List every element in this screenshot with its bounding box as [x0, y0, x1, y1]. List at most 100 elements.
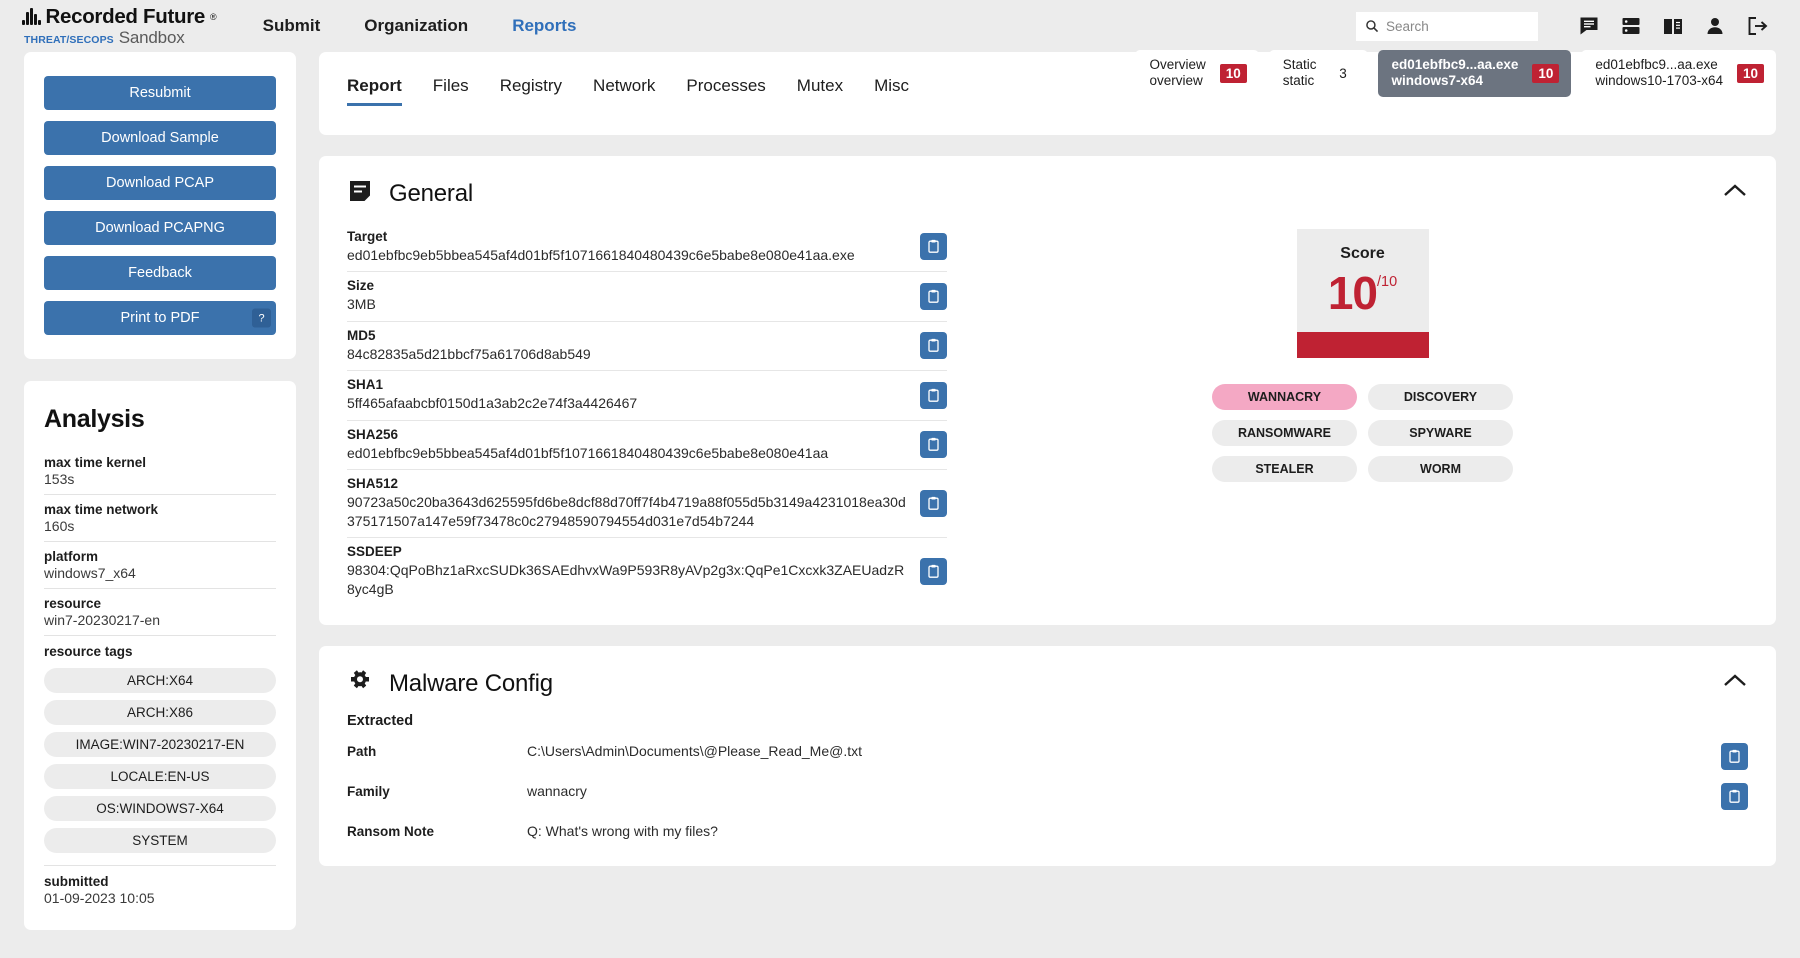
meta-value: win7-20230217-en: [44, 612, 160, 628]
logout-icon[interactable]: [1736, 15, 1778, 37]
resource-tags-list: ARCH:X64 ARCH:X86 IMAGE:WIN7-20230217-EN…: [44, 668, 276, 853]
analysis-tab-windows10-subtitle: windows10-1703-x64: [1595, 73, 1723, 89]
server-icon[interactable]: [1610, 15, 1652, 37]
meta-row-max-time-network: max time network 160s: [44, 495, 276, 542]
classification-tag-wannacry[interactable]: WANNACRY: [1212, 383, 1357, 410]
recorded-future-mark-icon: [22, 8, 41, 25]
field-key: SHA256: [347, 426, 399, 442]
sidebar-actions-card: Resubmit Download Sample Download PCAP D…: [24, 52, 296, 359]
clipboard-icon[interactable]: [920, 557, 947, 585]
resource-tag-locale[interactable]: LOCALE:EN-US: [44, 764, 276, 789]
general-section: General Target ed01ebfbc9eb5bbea545af4d0…: [319, 156, 1776, 626]
sidebar: Resubmit Download Sample Download PCAP D…: [24, 52, 296, 958]
clipboard-icon[interactable]: [1721, 743, 1748, 771]
analysis-tab-static[interactable]: Static static 3: [1268, 50, 1368, 97]
malware-config-title: Malware Config: [389, 669, 553, 697]
search-input[interactable]: [1385, 18, 1529, 34]
malware-config-header: Malware Config: [347, 668, 1748, 699]
score-label: Score: [1340, 245, 1385, 262]
tab-mutex[interactable]: Mutex: [797, 76, 843, 106]
general-fields: Target ed01ebfbc9eb5bbea545af4d01bf5f107…: [347, 223, 947, 605]
header-actions: [1356, 11, 1778, 41]
download-pcap-button[interactable]: Download PCAP: [44, 166, 276, 200]
malware-config-row-family: Family wannacry: [347, 777, 1748, 817]
extracted-label: Extracted: [347, 713, 414, 730]
meta-key: max time kernel: [44, 455, 147, 470]
resource-tag-image[interactable]: IMAGE:WIN7-20230217-EN: [44, 732, 276, 757]
analysis-tab-overview[interactable]: Overview overview 10: [1135, 50, 1259, 97]
classification-tag-spyware[interactable]: SPYWARE: [1368, 419, 1513, 446]
field-row-sha256: SHA256 ed01ebfbc9eb5bbea545af4d01bf5f107…: [347, 421, 947, 471]
config-value: C:\Users\Admin\Documents\@Please_Read_Me…: [527, 743, 862, 760]
clipboard-icon[interactable]: [920, 282, 947, 310]
general-body: Target ed01ebfbc9eb5bbea545af4d01bf5f107…: [347, 223, 1748, 605]
resource-tag-arch-x86[interactable]: ARCH:X86: [44, 700, 276, 725]
tab-report[interactable]: Report: [347, 76, 402, 106]
chevron-up-icon[interactable]: [1722, 672, 1748, 695]
tab-files[interactable]: Files: [433, 76, 469, 106]
clipboard-icon[interactable]: [1721, 783, 1748, 811]
resubmit-button[interactable]: Resubmit: [44, 76, 276, 110]
user-icon[interactable]: [1694, 15, 1736, 37]
field-sha512: SHA512 90723a50c20ba3643d625595fd6be8dcf…: [347, 476, 910, 530]
submitted-label: submitted: [44, 874, 109, 889]
analysis-tab-overview-subtitle: overview: [1149, 73, 1203, 89]
download-sample-button[interactable]: Download Sample: [44, 121, 276, 155]
chevron-up-icon[interactable]: [1722, 182, 1748, 205]
classification-tag-discovery[interactable]: DISCOVERY: [1368, 383, 1513, 410]
resource-tags-block: resource tags ARCH:X64 ARCH:X86 IMAGE:WI…: [44, 636, 276, 853]
clipboard-icon[interactable]: [920, 431, 947, 459]
resource-tag-arch-x64[interactable]: ARCH:X64: [44, 668, 276, 693]
classification-tag-ransomware[interactable]: RANSOMWARE: [1212, 419, 1357, 446]
config-key: Ransom Note: [347, 824, 435, 840]
analysis-tab-windows7-text: ed01ebfbc9...aa.exe windows7-x64: [1392, 57, 1519, 90]
nav-item-submit[interactable]: Submit: [263, 16, 321, 36]
submitted-value: 01-09-2023 10:05: [44, 890, 155, 906]
tab-network[interactable]: Network: [593, 76, 655, 106]
config-value: Q: What's wrong with my files?: [527, 823, 718, 840]
resource-tag-system[interactable]: SYSTEM: [44, 828, 276, 853]
tab-processes[interactable]: Processes: [686, 76, 765, 106]
clipboard-icon[interactable]: [920, 233, 947, 261]
tab-registry[interactable]: Registry: [500, 76, 562, 106]
resource-tag-os[interactable]: OS:WINDOWS7-X64: [44, 796, 276, 821]
clipboard-icon[interactable]: [920, 381, 947, 409]
gear-icon: [347, 668, 373, 699]
field-value: 98304:QqPoBhz1aRxcSUDk36SAEdhvxWa9P593R8…: [347, 562, 905, 597]
score-panel: Score 10 /10 WANNACRY DISCOVERY RANSOMWA…: [977, 223, 1748, 605]
brand-subline: THREAT/SECOPS Sandbox: [24, 28, 217, 48]
analysis-tab-windows10-badge: 10: [1736, 63, 1764, 83]
field-row-ssdeep: SSDEEP 98304:QqPoBhz1aRxcSUDk36SAEdhvxWa…: [347, 538, 947, 605]
download-pcapng-button[interactable]: Download PCAPNG: [44, 211, 276, 245]
analysis-tab-static-title: Static: [1282, 57, 1317, 72]
tab-misc[interactable]: Misc: [874, 76, 909, 106]
feedback-button[interactable]: Feedback: [44, 256, 276, 290]
analysis-tab-windows7-subtitle: windows7-x64: [1391, 73, 1484, 89]
classification-tag-worm[interactable]: WORM: [1368, 455, 1513, 482]
analysis-tab-overview-title: Overview: [1149, 57, 1206, 72]
chat-icon[interactable]: [1568, 15, 1610, 37]
clipboard-icon[interactable]: [920, 332, 947, 360]
meta-key: max time network: [44, 502, 159, 517]
book-icon[interactable]: [1652, 15, 1694, 37]
help-icon[interactable]: ?: [252, 308, 271, 328]
field-key: Target: [347, 229, 388, 244]
analysis-tab-static-badge: 3: [1339, 65, 1347, 81]
field-row-md5: MD5 84c82835a5d21bbcf75a61706d8ab549: [347, 322, 947, 372]
clipboard-icon[interactable]: [920, 489, 947, 517]
analysis-tab-windows10[interactable]: ed01ebfbc9...aa.exe windows10-1703-x64 1…: [1581, 50, 1776, 97]
search-box[interactable]: [1356, 11, 1538, 41]
field-value: 84c82835a5d21bbcf75a61706d8ab549: [347, 345, 591, 362]
nav-item-organization[interactable]: Organization: [364, 16, 468, 36]
classification-tag-stealer[interactable]: STEALER: [1212, 455, 1357, 482]
meta-value: windows7_x64: [44, 565, 136, 581]
field-md5: MD5 84c82835a5d21bbcf75a61706d8ab549: [347, 328, 910, 363]
brand-product: Sandbox: [118, 27, 185, 47]
brand-registered-mark: ®: [210, 11, 217, 22]
brand-name: Recorded Future: [45, 4, 206, 28]
analysis-tab-windows7[interactable]: ed01ebfbc9...aa.exe windows7-x64 10: [1377, 50, 1572, 97]
brand-logo[interactable]: Recorded Future ® THREAT/SECOPS Sandbox: [22, 5, 217, 48]
score-bar: [1296, 331, 1429, 358]
print-to-pdf-button[interactable]: Print to PDF ?: [44, 301, 276, 335]
nav-item-reports[interactable]: Reports: [512, 16, 576, 36]
